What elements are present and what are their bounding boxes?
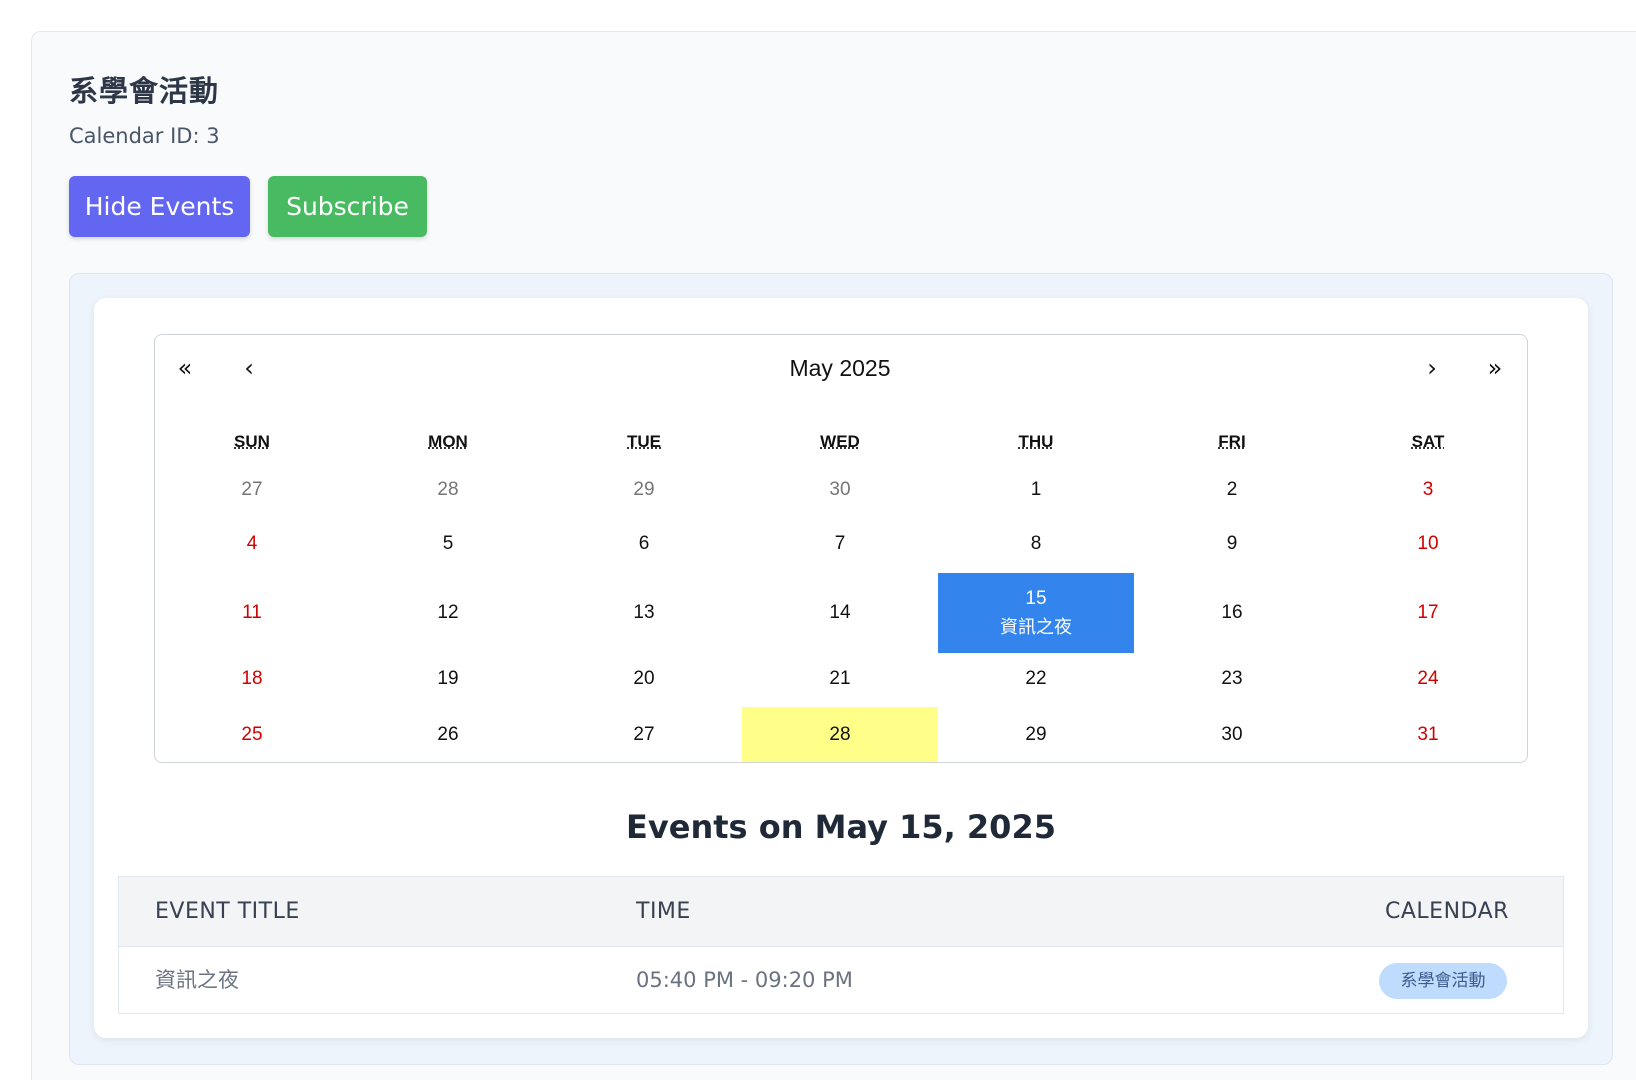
day-event-label: 資訊之夜 [1000, 616, 1072, 638]
day-number: 22 [1025, 668, 1047, 689]
weekday-header: SUN MON TUE WED THU FRI SAT [154, 428, 1528, 456]
calendar-badge: 系學會活動 [1379, 963, 1507, 999]
day-number: 5 [442, 533, 454, 554]
weekday-mon: MON [428, 432, 468, 451]
day-number: 16 [1221, 602, 1243, 623]
day-number: 3 [1422, 479, 1434, 500]
calendar-day-outside[interactable]: 29 [546, 464, 742, 516]
calendar-day[interactable]: 5 [350, 518, 546, 570]
calendar-day[interactable]: 28 [742, 707, 938, 762]
day-number: 17 [1417, 602, 1439, 623]
day-number: 31 [1417, 723, 1439, 745]
day-number: 2 [1226, 479, 1238, 500]
calendar-day[interactable]: 6 [546, 518, 742, 570]
day-number: 19 [437, 668, 459, 689]
day-number: 6 [638, 533, 650, 554]
calendar-day[interactable]: 10 [1330, 518, 1526, 570]
day-number: 23 [1221, 668, 1243, 689]
next-year-button[interactable]: » [1475, 350, 1515, 386]
day-number: 11 [242, 602, 262, 623]
calendar-day[interactable]: 21 [742, 653, 938, 705]
calendar-day[interactable]: 23 [1134, 653, 1330, 705]
calendar-day[interactable]: 27 [546, 707, 742, 762]
day-number: 26 [437, 723, 459, 745]
calendar-day[interactable]: 7 [742, 518, 938, 570]
calendar-title: 系學會活動 [69, 74, 220, 108]
calendar-day[interactable]: 20 [546, 653, 742, 705]
prev-year-button[interactable]: « [165, 350, 205, 386]
calendar-day[interactable]: 15 資訊之夜 [938, 573, 1134, 653]
day-number: 10 [1417, 533, 1439, 554]
event-time-cell: 05:40 PM - 09:20 PM [636, 968, 853, 992]
calendar-day[interactable]: 14 [742, 573, 938, 653]
weekday-sat: SAT [1411, 432, 1445, 451]
day-number: 25 [241, 723, 263, 745]
calendar-day[interactable]: 2 [1134, 464, 1330, 516]
calendar-day[interactable]: 11 [154, 573, 350, 653]
day-number: 30 [1221, 723, 1243, 745]
day-number: 18 [241, 668, 263, 689]
calendar-day[interactable]: 12 [350, 573, 546, 653]
column-header-calendar: CALENDAR [1385, 899, 1509, 924]
calendar-day-outside[interactable]: 27 [154, 464, 350, 516]
calendar-day[interactable]: 24 [1330, 653, 1526, 705]
calendar-day[interactable]: 30 [1134, 707, 1330, 762]
column-header-time: TIME [636, 899, 691, 924]
calendar-day[interactable]: 16 [1134, 573, 1330, 653]
day-number: 8 [1030, 533, 1042, 554]
day-number: 14 [829, 602, 851, 623]
calendar-day[interactable]: 4 [154, 518, 350, 570]
day-number: 13 [633, 602, 655, 623]
calendar-day[interactable]: 26 [350, 707, 546, 762]
calendar-day[interactable]: 8 [938, 518, 1134, 570]
day-number: 29 [633, 479, 655, 500]
next-month-button[interactable]: › [1412, 350, 1452, 386]
calendar-day[interactable]: 13 [546, 573, 742, 653]
calendar-day[interactable]: 1 [938, 464, 1134, 516]
calendar-id: Calendar ID: 3 [69, 124, 220, 148]
calendar-day[interactable]: 9 [1134, 518, 1330, 570]
calendar-day-outside[interactable]: 30 [742, 464, 938, 516]
day-number: 28 [829, 723, 851, 745]
events-table: EVENT TITLE TIME CALENDAR 資訊之夜 05:40 PM … [118, 876, 1564, 1014]
table-header: EVENT TITLE TIME CALENDAR [119, 877, 1563, 947]
day-number: 12 [437, 602, 459, 623]
column-header-event-title: EVENT TITLE [155, 899, 300, 924]
weekday-fri: FRI [1218, 432, 1246, 451]
weekday-tue: TUE [627, 432, 661, 451]
calendar-day[interactable]: 17 [1330, 573, 1526, 653]
day-number: 21 [829, 668, 851, 689]
day-number: 4 [246, 533, 258, 554]
calendar-day[interactable]: 18 [154, 653, 350, 705]
subscribe-button[interactable]: Subscribe [268, 176, 427, 237]
day-number: 20 [633, 668, 655, 689]
day-number: 15 [1025, 587, 1047, 609]
day-number: 9 [1226, 533, 1238, 554]
day-number: 27 [633, 723, 655, 745]
day-number: 1 [1030, 479, 1042, 500]
calendar-day[interactable]: 31 [1330, 707, 1526, 762]
calendar-day-outside[interactable]: 28 [350, 464, 546, 516]
prev-month-button[interactable]: ‹ [229, 350, 269, 386]
calendar-day[interactable]: 19 [350, 653, 546, 705]
day-number: 29 [1025, 723, 1047, 745]
calendar-day[interactable]: 29 [938, 707, 1134, 762]
calendar-day[interactable]: 22 [938, 653, 1134, 705]
event-title-cell[interactable]: 資訊之夜 [155, 947, 239, 1014]
calendar-day[interactable]: 3 [1330, 464, 1526, 516]
day-number: 28 [437, 479, 459, 500]
weekday-thu: THU [1018, 432, 1054, 451]
day-number: 24 [1417, 668, 1439, 689]
weekday-sun: SUN [234, 432, 270, 451]
day-number: 27 [241, 479, 263, 500]
hide-events-button[interactable]: Hide Events [69, 176, 250, 237]
calendar-day[interactable]: 25 [154, 707, 350, 762]
weekday-wed: WED [820, 432, 860, 451]
month-label[interactable]: May 2025 [740, 350, 940, 386]
day-number: 30 [829, 479, 851, 500]
day-number: 7 [834, 533, 846, 554]
events-heading: Events on May 15, 2025 [626, 808, 1056, 846]
